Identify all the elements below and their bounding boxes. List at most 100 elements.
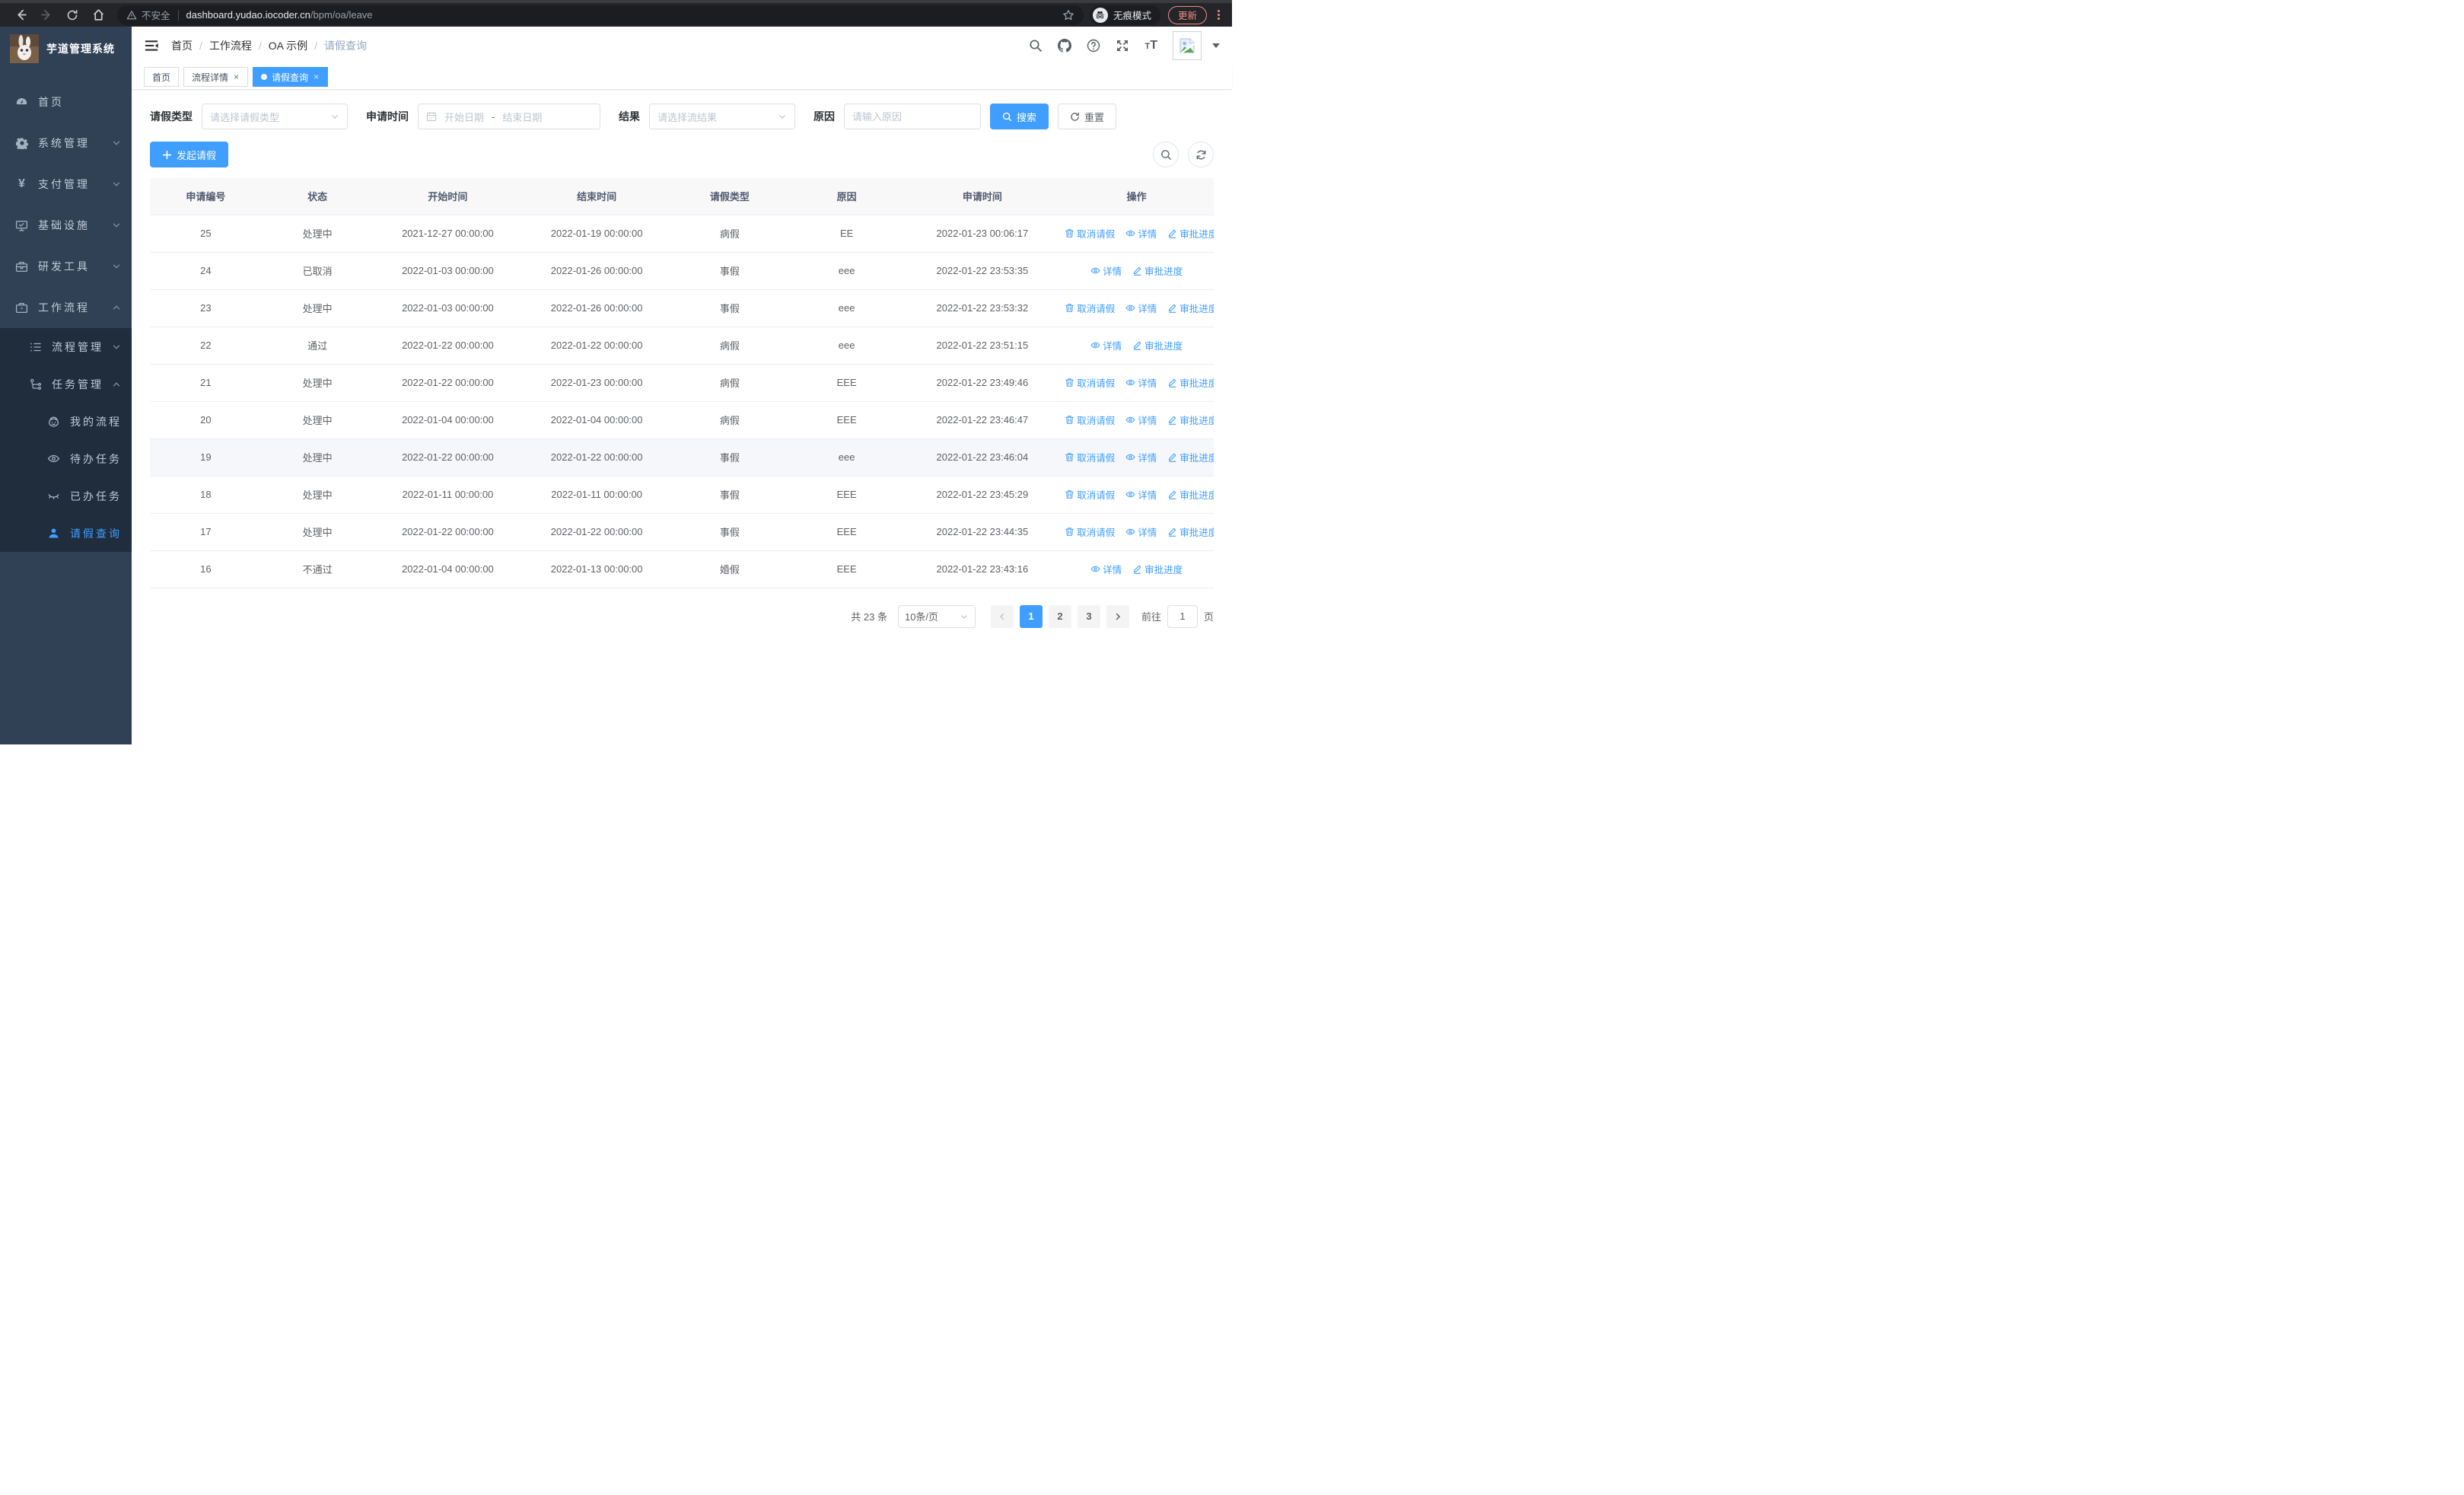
sidebar-item-dev-tools[interactable]: 研发工具	[0, 246, 132, 287]
cancel-leave-link[interactable]: 取消请假	[1065, 375, 1115, 390]
header-search-icon[interactable]	[1029, 39, 1043, 53]
bookmark-star-icon[interactable]	[1062, 9, 1074, 21]
sidebar-item-system[interactable]: 系统管理	[0, 123, 132, 164]
detail-link[interactable]: 详情	[1125, 226, 1157, 241]
sidebar-item-infrastructure[interactable]: 基础设施	[0, 205, 132, 246]
approval-progress-link[interactable]: 审批进度	[1167, 450, 1214, 464]
approval-progress-link[interactable]: 审批进度	[1167, 524, 1214, 539]
active-tab-dot	[261, 74, 268, 80]
sidebar-item-leave-query[interactable]: 请假查询	[0, 515, 132, 552]
cell-leave-type: 事假	[671, 513, 788, 551]
cancel-leave-link[interactable]: 取消请假	[1065, 524, 1115, 539]
cell-operations: 详情 审批进度	[1059, 550, 1214, 588]
column-header: 申请时间	[905, 178, 1060, 215]
search-button[interactable]: 搜索	[990, 104, 1049, 129]
approval-progress-link[interactable]: 审批进度	[1167, 413, 1214, 427]
sidebar-item-done-task[interactable]: 已办任务	[0, 477, 132, 515]
cancel-leave-link[interactable]: 取消请假	[1065, 487, 1115, 502]
reason-input[interactable]	[844, 104, 981, 129]
table-row: 25 处理中 2021-12-27 00:00:00 2022-01-19 00:00…	[150, 215, 1214, 253]
approval-progress-link[interactable]: 审批进度	[1167, 226, 1214, 241]
prev-page-button[interactable]	[990, 604, 1014, 628]
goto-page-input[interactable]	[1167, 604, 1198, 628]
sidebar-item-home[interactable]: 首页	[0, 81, 132, 123]
breadcrumb-item[interactable]: 工作流程	[209, 38, 252, 53]
detail-link[interactable]: 详情	[1090, 338, 1122, 352]
eye-icon	[1090, 266, 1100, 276]
browser-forward-icon[interactable]	[37, 5, 56, 25]
approval-progress-link[interactable]: 审批进度	[1167, 301, 1214, 315]
cancel-leave-link[interactable]: 取消请假	[1065, 301, 1115, 315]
breadcrumb-item[interactable]: OA 示例	[269, 38, 307, 53]
page-button-3[interactable]: 3	[1077, 604, 1100, 628]
browser-update-button[interactable]: 更新	[1167, 5, 1207, 24]
cancel-leave-link[interactable]: 取消请假	[1065, 450, 1115, 464]
cell-id: 19	[150, 438, 262, 477]
incognito-icon	[1092, 7, 1108, 23]
address-bar[interactable]: 不安全 dashboard.yudao.iocoder.cn /bpm/oa/l…	[117, 5, 1084, 25]
sidebar-item-process-mgmt[interactable]: 流程管理	[0, 328, 132, 365]
fullscreen-icon[interactable]	[1116, 39, 1129, 53]
approval-progress-link[interactable]: 审批进度	[1167, 487, 1214, 502]
cancel-leave-link[interactable]: 取消请假	[1065, 413, 1115, 427]
reset-button[interactable]: 重置	[1058, 104, 1117, 129]
page-size-select[interactable]: 10条/页	[897, 604, 976, 628]
tab-leave-query[interactable]: 请假查询 ×	[253, 67, 329, 87]
sidebar-item-label: 任务管理	[52, 378, 103, 390]
pagination: 共 23 条 10条/页 123 前往 页	[150, 604, 1214, 628]
detail-link[interactable]: 详情	[1125, 487, 1157, 502]
font-size-icon[interactable]: TT	[1144, 40, 1157, 52]
result-select[interactable]: 请选择流结果	[649, 104, 795, 129]
show-search-toggle-button[interactable]	[1153, 142, 1179, 167]
detail-link[interactable]: 详情	[1125, 524, 1157, 539]
approval-progress-link[interactable]: 审批进度	[1167, 375, 1214, 390]
browser-menu-icon[interactable]	[1213, 10, 1224, 20]
page-button-2[interactable]: 2	[1048, 604, 1071, 628]
sidebar-item-workflow[interactable]: 工作流程	[0, 287, 132, 328]
detail-link[interactable]: 详情	[1125, 375, 1157, 390]
approval-progress-link[interactable]: 审批进度	[1132, 338, 1183, 352]
result-placeholder: 请选择流结果	[657, 111, 718, 123]
github-icon[interactable]	[1058, 39, 1072, 53]
browser-back-icon[interactable]	[11, 5, 30, 25]
create-leave-button[interactable]: 发起请假	[150, 142, 229, 167]
app-logo-row[interactable]: 芋道管理系统	[0, 27, 132, 71]
help-icon[interactable]	[1087, 39, 1100, 53]
tab-process-detail[interactable]: 流程详情 ×	[183, 67, 249, 87]
apply-time-range-input[interactable]: 开始日期 - 结束日期	[418, 104, 600, 129]
tab-close-icon[interactable]: ×	[313, 72, 320, 82]
cell-end-time: 2022-01-23 00:00:00	[522, 364, 671, 402]
sidebar-item-todo-task[interactable]: 待办任务	[0, 440, 132, 477]
detail-link[interactable]: 详情	[1125, 413, 1157, 427]
browser-home-icon[interactable]	[88, 5, 108, 25]
table-header-row: 申请编号 状态 开始时间 结束时间 请假类型 原因 申请时间 操作	[150, 178, 1214, 215]
detail-link[interactable]: 详情	[1090, 562, 1122, 576]
avatar-caret-icon[interactable]	[1212, 43, 1220, 48]
tab-home[interactable]: 首页	[144, 67, 180, 87]
refresh-table-button[interactable]	[1188, 142, 1214, 167]
detail-link[interactable]: 详情	[1125, 450, 1157, 464]
browser-reload-icon[interactable]	[62, 5, 82, 25]
sidebar-item-payment[interactable]: ¥ 支付管理	[0, 164, 132, 205]
breadcrumb-item[interactable]: 首页	[171, 38, 193, 53]
toolbox-icon	[15, 260, 28, 273]
incognito-label: 无痕模式	[1113, 11, 1151, 21]
avatar[interactable]	[1173, 31, 1202, 60]
sidebar-fold-icon[interactable]	[144, 38, 159, 53]
cancel-leave-link[interactable]: 取消请假	[1065, 226, 1115, 241]
sidebar-item-my-process[interactable]: 我的流程	[0, 403, 132, 440]
cell-apply-time: 2022-01-22 23:51:15	[905, 327, 1060, 365]
approval-progress-link[interactable]: 审批进度	[1132, 562, 1183, 576]
detail-link[interactable]: 详情	[1125, 301, 1157, 315]
page-button-1[interactable]: 1	[1019, 604, 1043, 628]
leave-type-select[interactable]: 请选择请假类型	[202, 104, 348, 129]
detail-link[interactable]: 详情	[1090, 263, 1122, 278]
tab-close-icon[interactable]: ×	[233, 72, 240, 82]
security-warning-icon[interactable]: 不安全	[126, 8, 170, 22]
list-icon	[29, 340, 42, 353]
leave-type-label: 请假类型	[150, 110, 193, 123]
next-page-button[interactable]	[1106, 604, 1129, 628]
approval-progress-link[interactable]: 审批进度	[1132, 263, 1183, 278]
sidebar-item-task-mgmt[interactable]: 任务管理	[0, 365, 132, 403]
cell-apply-time: 2022-01-22 23:43:16	[905, 550, 1060, 588]
